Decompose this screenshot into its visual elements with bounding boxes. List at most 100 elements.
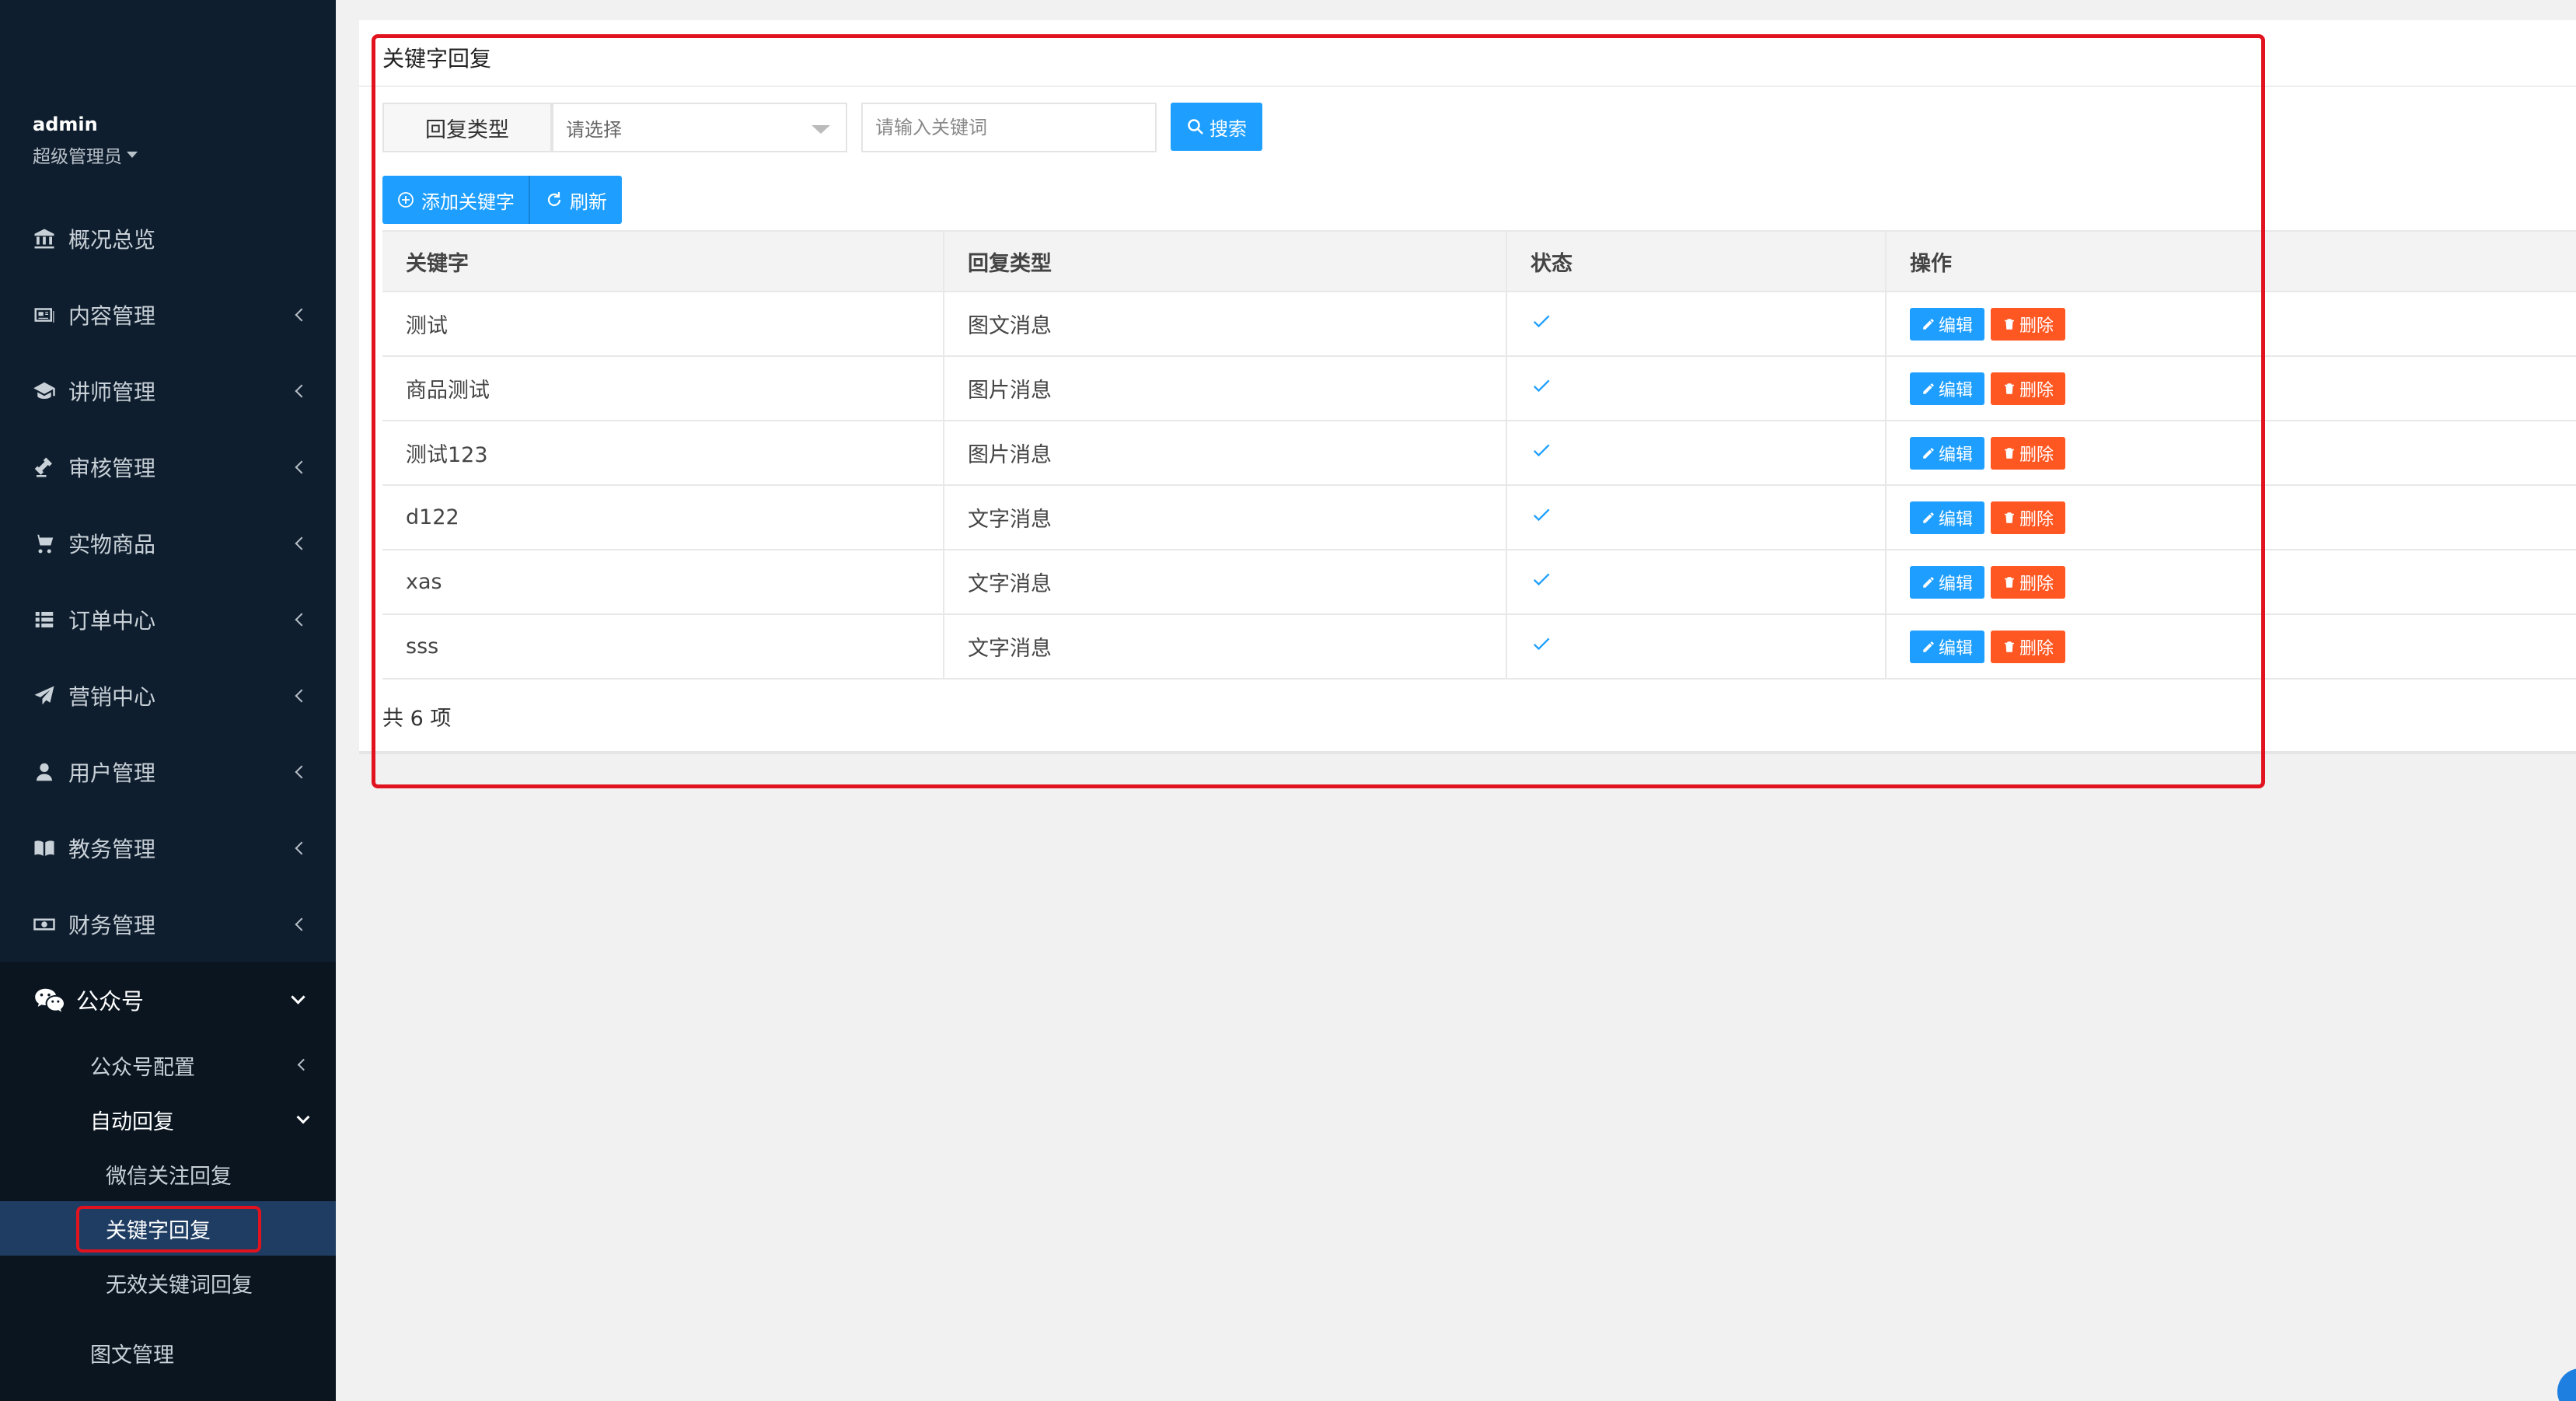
- paper-plane-icon: [31, 683, 58, 709]
- sidebar-item-wechat-config[interactable]: 公众号配置: [0, 1038, 336, 1092]
- delete-button[interactable]: 删除: [1991, 565, 2065, 599]
- edit-button[interactable]: 编辑: [1910, 307, 1984, 341]
- trash-icon: [2004, 512, 2014, 523]
- delete-label: 删除: [2019, 574, 2054, 594]
- table-row: sss 文字消息 编辑 删除: [382, 614, 2576, 680]
- reply-type-cell: 图片消息: [943, 356, 1506, 421]
- sidebar-item-label: 教务管理: [68, 837, 156, 862]
- newspaper-icon: [31, 302, 58, 328]
- user-icon: [31, 759, 58, 785]
- sidebar-item-label: 图文管理: [90, 1343, 174, 1368]
- chevron-left-icon: [295, 613, 309, 627]
- sidebar-item-academic[interactable]: 教务管理: [0, 810, 336, 886]
- sidebar-item-overview[interactable]: 概况总览: [0, 201, 336, 277]
- edit-button[interactable]: 编辑: [1910, 630, 1984, 663]
- sidebar-item-follow-reply[interactable]: 微信关注回复: [0, 1147, 336, 1201]
- sidebar-item-article-manage[interactable]: 图文管理: [0, 1326, 336, 1380]
- actions-cell: 编辑 删除: [1885, 550, 2576, 615]
- graduation-cap-icon: [31, 378, 58, 404]
- trash-icon: [2004, 447, 2014, 459]
- sidebar-item-label: 财务管理: [68, 913, 156, 938]
- sidebar-item-label: 营销中心: [68, 684, 156, 710]
- actions-cell: 编辑 删除: [1885, 614, 2576, 680]
- chevron-left-icon: [295, 917, 309, 931]
- table-row: 测试 图文消息 编辑 删除: [382, 292, 2576, 357]
- status-cell: [1506, 421, 1886, 486]
- delete-button[interactable]: 删除: [1991, 307, 2065, 341]
- edit-button[interactable]: 编辑: [1910, 372, 1984, 405]
- search-button[interactable]: 搜索: [1171, 103, 1262, 151]
- floating-corner-button[interactable]: [2557, 1368, 2576, 1401]
- status-cell: [1506, 614, 1886, 680]
- sidebar-item-wechat[interactable]: 公众号: [0, 962, 336, 1038]
- keyword-cell: sss: [382, 614, 944, 680]
- delete-button[interactable]: 删除: [1991, 630, 2065, 663]
- edit-button[interactable]: 编辑: [1910, 436, 1984, 470]
- table-row: 测试123 图片消息 编辑 删除: [382, 421, 2576, 486]
- page-title: 关键字回复: [382, 46, 492, 72]
- keyword-search-input[interactable]: [861, 103, 1157, 152]
- sidebar-item-teacher[interactable]: 讲师管理: [0, 353, 336, 429]
- table-body: 测试 图文消息 编辑 删除 商品测试 图片消息 编辑 删除 测试123 图片消息…: [382, 292, 2576, 680]
- sidebar-item-keyword-reply[interactable]: 关键字回复: [0, 1201, 336, 1256]
- sidebar-item-content[interactable]: 内容管理: [0, 277, 336, 353]
- sidebar-item-marketing[interactable]: 营销中心: [0, 658, 336, 734]
- table-row: d122 文字消息 编辑 删除: [382, 485, 2576, 550]
- chevron-left-icon: [295, 765, 309, 779]
- keyword-reply-panel: 关键字回复 回复类型 请选择 搜索 添加关键字 刷新 关键字 回复类型 状态 操…: [359, 20, 2576, 754]
- check-icon: [1531, 571, 1552, 596]
- keyword-cell: 测试: [382, 292, 944, 357]
- sidebar-item-label: 讲师管理: [68, 379, 156, 405]
- edit-label: 编辑: [1938, 316, 1973, 336]
- delete-button[interactable]: 删除: [1991, 372, 2065, 405]
- chevron-left-icon: [295, 841, 309, 855]
- delete-label: 删除: [2019, 638, 2054, 659]
- edit-button[interactable]: 编辑: [1910, 565, 1984, 599]
- pencil-icon: [1923, 447, 1934, 459]
- delete-button[interactable]: 删除: [1991, 501, 2065, 534]
- sidebar-item-users[interactable]: 用户管理: [0, 734, 336, 810]
- status-cell: [1506, 292, 1886, 357]
- sidebar-item-goods[interactable]: 实物商品: [0, 505, 336, 582]
- delete-label: 删除: [2019, 445, 2054, 465]
- pencil-icon: [1923, 641, 1934, 652]
- bank-icon: [31, 225, 58, 252]
- trash-icon: [2004, 641, 2014, 652]
- delete-button[interactable]: 删除: [1991, 436, 2065, 470]
- reply-type-label: 回复类型: [382, 103, 552, 152]
- total-count: 共 6 项: [382, 707, 452, 731]
- column-header-status: 状态: [1506, 230, 1886, 292]
- column-header-keyword: 关键字: [382, 230, 944, 292]
- edit-label: 编辑: [1938, 574, 1973, 594]
- sidebar-item-invalid-keyword-reply[interactable]: 无效关键词回复: [0, 1256, 336, 1310]
- check-icon: [1531, 378, 1552, 402]
- sidebar-item-finance[interactable]: 财务管理: [0, 886, 336, 963]
- delete-label: 删除: [2019, 380, 2054, 400]
- user-name: admin: [33, 114, 98, 135]
- refresh-button[interactable]: 刷新: [530, 176, 622, 224]
- column-header-actions: 操作: [1885, 230, 2576, 292]
- sidebar-item-auto-reply[interactable]: 自动回复: [0, 1092, 336, 1147]
- column-header-type: 回复类型: [943, 230, 1506, 292]
- add-keyword-button[interactable]: 添加关键字: [382, 176, 530, 224]
- edit-button[interactable]: 编辑: [1910, 501, 1984, 534]
- actions-cell: 编辑 删除: [1885, 421, 2576, 486]
- chevron-left-icon: [295, 689, 309, 703]
- edit-label: 编辑: [1938, 445, 1973, 465]
- reply-type-select[interactable]: 请选择: [552, 103, 847, 152]
- table-header-row: 关键字 回复类型 状态 操作: [382, 230, 2576, 292]
- edit-label: 编辑: [1938, 509, 1973, 529]
- toolbar: 添加关键字 刷新: [382, 176, 622, 224]
- book-icon: [31, 835, 58, 861]
- actions-cell: 编辑 删除: [1885, 356, 2576, 421]
- chevron-down-icon: [296, 1110, 310, 1124]
- user-role-dropdown[interactable]: 超级管理员: [33, 141, 138, 168]
- reply-type-cell: 文字消息: [943, 614, 1506, 680]
- check-icon: [1531, 442, 1552, 466]
- keyword-cell: xas: [382, 550, 944, 615]
- check-icon: [1531, 636, 1552, 660]
- wechat-icon: [34, 987, 65, 1013]
- sidebar-item-label: 内容管理: [68, 303, 156, 329]
- sidebar-item-orders[interactable]: 订单中心: [0, 582, 336, 658]
- sidebar-item-audit[interactable]: 审核管理: [0, 429, 336, 505]
